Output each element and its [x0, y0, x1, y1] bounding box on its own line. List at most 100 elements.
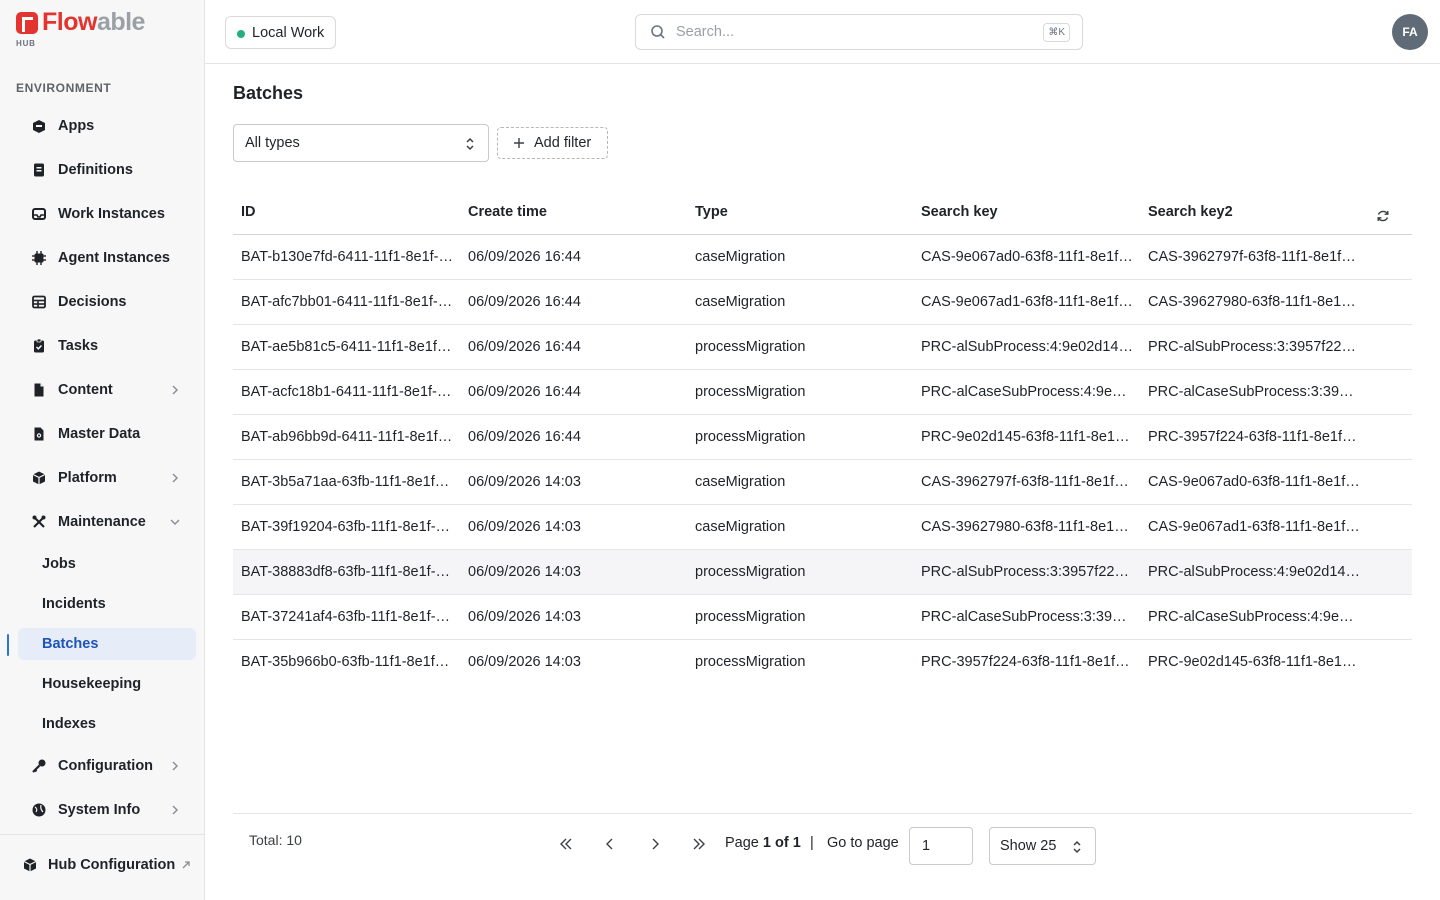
sidebar-item-master-data[interactable]: Master Data — [18, 417, 196, 451]
pagination-separator: | — [810, 835, 814, 851]
search-input[interactable] — [676, 24, 1036, 40]
sidebar-item-platform[interactable]: Platform — [18, 461, 196, 495]
cell-search-key: PRC-3957f224-63f8-11f1-8e1f… — [921, 654, 1130, 670]
table-row[interactable]: BAT-38883df8-63fb-11f1-8e1f-… 06/09/2026 … — [233, 550, 1412, 595]
cell-search-key2: CAS-9e067ad0-63f8-11f1-8e1f… — [1148, 474, 1360, 490]
workspace-selector[interactable]: Local Work — [225, 16, 337, 49]
sidebar-item-maintenance[interactable]: Maintenance — [18, 505, 196, 539]
cube-icon — [31, 470, 47, 486]
cell-search-key: CAS-9e067ad0-63f8-11f1-8e1f… — [921, 249, 1133, 265]
user-avatar[interactable]: FA — [1392, 14, 1428, 50]
cell-type: processMigration — [695, 654, 806, 670]
table-row[interactable]: BAT-ae5b81c5-6411-11f1-8e1f-… 06/09/2026 … — [233, 325, 1412, 370]
sidebar-item-apps[interactable]: Apps — [18, 109, 196, 143]
table-row[interactable]: BAT-afc7bb01-6411-11f1-8e1f-d… 06/09/2026… — [233, 280, 1412, 325]
sidebar-subitem-jobs[interactable]: Jobs — [18, 548, 196, 580]
sidebar-item-configuration[interactable]: Configuration — [18, 749, 196, 783]
sidebar-item-label: Content — [58, 382, 113, 398]
cell-type: processMigration — [695, 384, 806, 400]
cell-search-key2: PRC-alCaseSubProcess:4:9e0… — [1148, 609, 1360, 625]
sidebar-item-label: Tasks — [58, 338, 99, 354]
table-row[interactable]: BAT-35b966b0-63fb-11f1-8e1f… 06/09/2026 1… — [233, 640, 1412, 685]
active-indicator — [7, 634, 9, 656]
table-row[interactable]: BAT-39f19204-63fb-11f1-8e1f-… 06/09/2026 … — [233, 505, 1412, 550]
sidebar-subitem-incidents[interactable]: Incidents — [18, 588, 196, 620]
cell-create-time: 06/09/2026 14:03 — [468, 654, 581, 670]
cell-id: BAT-ab96bb9d-6411-11f1-8e1f-… — [241, 429, 453, 445]
sidebar-item-label: Work Instances — [58, 206, 165, 222]
table-row[interactable]: BAT-b130e7fd-6411-11f1-8e1f-d… 06/09/2026… — [233, 235, 1412, 280]
total-count: Total: 10 — [249, 832, 302, 848]
sidebar-item-label: Definitions — [58, 162, 133, 178]
column-header-search-key[interactable]: Search key — [921, 204, 998, 220]
sidebar-item-definitions[interactable]: Definitions — [18, 153, 196, 187]
column-header-create-time[interactable]: Create time — [468, 204, 547, 220]
column-header-type[interactable]: Type — [695, 204, 728, 220]
cell-create-time: 06/09/2026 16:44 — [468, 294, 581, 310]
first-page-button[interactable] — [556, 836, 576, 852]
cell-create-time: 06/09/2026 16:44 — [468, 249, 581, 265]
sidebar-item-label: Agent Instances — [58, 250, 170, 266]
chevron-left-icon — [606, 838, 613, 850]
inbox-icon — [31, 206, 47, 222]
table-body: BAT-b130e7fd-6411-11f1-8e1f-d… 06/09/2026… — [233, 235, 1412, 685]
column-header-search-key2[interactable]: Search key2 — [1148, 204, 1233, 220]
page-of: 1 of 1 — [762, 835, 801, 851]
next-page-button[interactable] — [645, 836, 665, 852]
sidebar-item-work-instances[interactable]: Work Instances — [18, 197, 196, 231]
sidebar-item-decisions[interactable]: Decisions — [18, 285, 196, 319]
table-icon — [31, 294, 47, 310]
sidebar-subitem-indexes[interactable]: Indexes — [18, 708, 196, 740]
sidebar-item-label: Maintenance — [58, 514, 146, 530]
previous-page-button[interactable] — [600, 836, 620, 852]
apps-icon — [31, 118, 47, 134]
sidebar-item-tasks[interactable]: Tasks — [18, 329, 196, 363]
globe-icon — [31, 802, 47, 818]
chevrons-right-icon — [693, 838, 705, 850]
cell-search-key: CAS-39627980-63f8-11f1-8e1… — [921, 519, 1129, 535]
flowable-logo-icon — [16, 12, 38, 34]
sidebar-subitem-housekeeping[interactable]: Housekeeping — [18, 668, 196, 700]
cell-search-key2: CAS-3962797f-63f8-11f1-8e1f… — [1148, 249, 1356, 265]
table-row[interactable]: BAT-ab96bb9d-6411-11f1-8e1f-… 06/09/2026 … — [233, 415, 1412, 460]
page-title: Batches — [233, 83, 304, 103]
sidebar-item-content[interactable]: Content — [18, 373, 196, 407]
go-to-page-input[interactable] — [909, 827, 973, 865]
chip-icon — [31, 250, 47, 266]
cell-id: BAT-ae5b81c5-6411-11f1-8e1f-… — [241, 339, 453, 355]
chevron-right-icon — [652, 838, 659, 850]
cell-search-key: PRC-alCaseSubProcess:4:9e0… — [921, 384, 1133, 400]
add-filter-label: Add filter — [534, 135, 592, 151]
cell-search-key: PRC-alSubProcess:4:9e02d14… — [921, 339, 1133, 355]
table-row[interactable]: BAT-37241af4-63fb-11f1-8e1f-… 06/09/2026 … — [233, 595, 1412, 640]
search-icon — [651, 25, 665, 39]
global-search[interactable]: ⌘K — [635, 14, 1083, 50]
last-page-button[interactable] — [689, 836, 709, 852]
cell-id: BAT-acfc18b1-6411-11f1-8e1f-d… — [241, 384, 453, 400]
cell-search-key2: PRC-alSubProcess:4:9e02d14… — [1148, 564, 1360, 580]
column-header-id[interactable]: ID — [241, 204, 256, 220]
sidebar-item-system-info[interactable]: System Info — [18, 793, 196, 827]
cell-type: caseMigration — [695, 519, 786, 535]
clipboard-icon — [31, 338, 47, 354]
pagination-bar: Total: 10 Page 1 of 1 | Go to page Show … — [233, 813, 1412, 877]
page-size-select[interactable]: Show 25 — [989, 827, 1096, 865]
table-row[interactable]: BAT-3b5a71aa-63fb-11f1-8e1f-… 06/09/2026 … — [233, 460, 1412, 505]
type-filter-select[interactable]: All types — [233, 124, 489, 162]
environment-section-label: ENVIRONMENT — [16, 81, 112, 95]
hub-configuration-link[interactable]: Hub Configuration — [22, 857, 194, 873]
cell-create-time: 06/09/2026 14:03 — [468, 564, 581, 580]
status-dot-icon — [237, 30, 245, 38]
cell-id: BAT-b130e7fd-6411-11f1-8e1f-d… — [241, 249, 453, 265]
cell-search-key2: CAS-39627980-63f8-11f1-8e1… — [1148, 294, 1356, 310]
document-icon — [31, 382, 47, 398]
external-link-icon — [182, 861, 190, 869]
sidebar-subitem-batches[interactable]: Batches — [18, 628, 196, 660]
table-row[interactable]: BAT-acfc18b1-6411-11f1-8e1f-d… 06/09/2026… — [233, 370, 1412, 415]
cell-search-key2: PRC-3957f224-63f8-11f1-8e1f… — [1148, 429, 1357, 445]
sidebar-item-agent-instances[interactable]: Agent Instances — [18, 241, 196, 275]
add-filter-button[interactable]: Add filter — [497, 127, 608, 159]
refresh-icon[interactable] — [1376, 209, 1390, 223]
cell-id: BAT-37241af4-63fb-11f1-8e1f-… — [241, 609, 451, 625]
cell-id: BAT-3b5a71aa-63fb-11f1-8e1f-… — [241, 474, 453, 490]
